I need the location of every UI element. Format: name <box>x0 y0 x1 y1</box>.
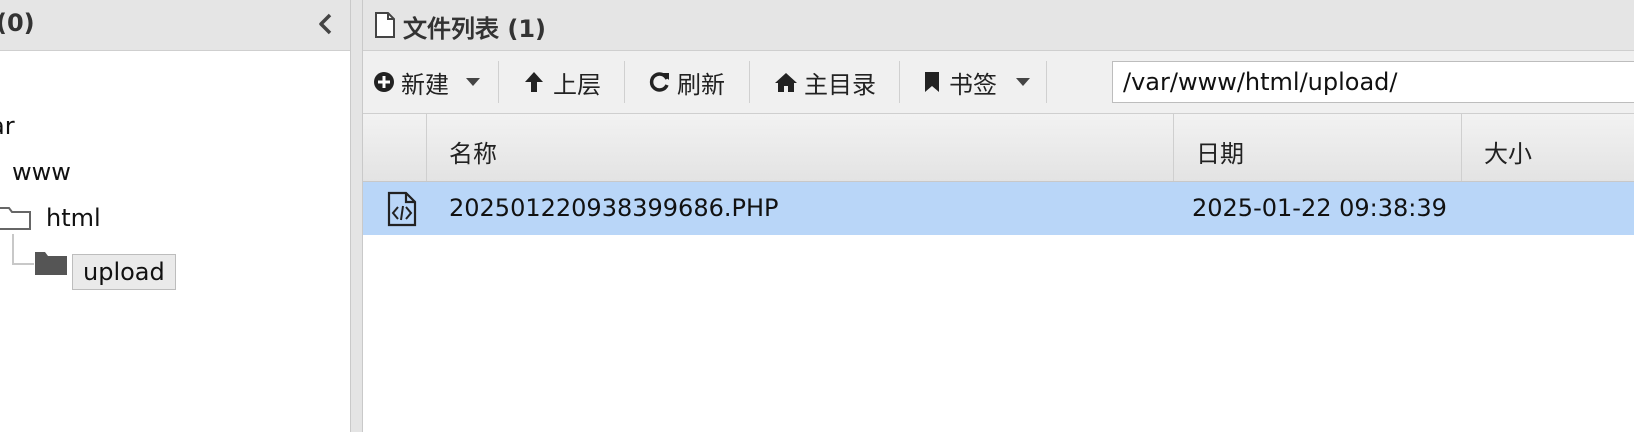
caret-down-icon <box>1016 78 1030 86</box>
file-list-header: 文件列表 (1) <box>363 0 1634 51</box>
toolbar-divider <box>498 61 499 103</box>
column-header-name-label: 名称 <box>449 140 497 168</box>
file-date-cell: 2025-01-22 09:38:39 <box>1192 194 1447 222</box>
new-button[interactable]: 新建 <box>373 51 481 113</box>
home-button[interactable]: 主目录 <box>774 51 876 113</box>
tree-item-www[interactable]: www <box>12 158 71 186</box>
caret-down-icon <box>466 78 480 86</box>
file-name-cell: 202501220938399686.PHP <box>449 194 779 222</box>
folder-icon <box>34 250 68 280</box>
home-label: 主目录 <box>804 70 876 99</box>
column-header-name[interactable]: 名称 <box>427 114 1174 181</box>
file-list-title: 文件列表 (1) <box>403 15 546 43</box>
toolbar-divider <box>749 61 750 103</box>
column-header-date[interactable]: 日期 <box>1174 114 1462 181</box>
column-icon-header <box>363 114 427 181</box>
tree-item-upload-label: upload <box>83 258 165 286</box>
file-list-panel: 文件列表 (1) 新建 上层 刷新 主目录 书签 /var/www/html/u… <box>363 0 1634 432</box>
tree-header: (0) <box>0 0 350 51</box>
bookmark-label: 书签 <box>949 70 997 99</box>
arrow-up-icon <box>525 72 543 92</box>
document-icon <box>374 11 396 43</box>
tree-header-title: (0) <box>0 9 35 37</box>
column-header-size-label: 大小 <box>1484 140 1532 168</box>
file-table-header: 名称 日期 大小 <box>363 114 1634 182</box>
refresh-label: 刷新 <box>677 70 725 99</box>
toolbar-divider <box>624 61 625 103</box>
code-file-icon <box>387 191 417 231</box>
directory-tree-panel: (0) ar www html upload <box>0 0 350 432</box>
column-header-size[interactable]: 大小 <box>1462 114 1634 181</box>
collapse-panel-icon[interactable] <box>315 11 337 37</box>
toolbar-divider <box>1046 61 1047 103</box>
new-button-label: 新建 <box>401 70 449 99</box>
panel-splitter[interactable] <box>350 0 363 432</box>
table-row[interactable]: 202501220938399686.PHP 2025-01-22 09:38:… <box>363 182 1634 235</box>
home-icon <box>775 73 797 92</box>
plus-circle-icon <box>374 72 394 92</box>
tree-item-html[interactable]: html <box>46 204 101 232</box>
column-header-date-label: 日期 <box>1196 140 1244 168</box>
up-level-label: 上层 <box>553 70 601 99</box>
up-level-button[interactable]: 上层 <box>523 51 601 113</box>
bookmark-button[interactable]: 书签 <box>923 51 1031 113</box>
refresh-icon <box>649 72 669 92</box>
tree-item-upload[interactable]: upload <box>72 254 176 290</box>
path-input[interactable] <box>1112 61 1634 103</box>
bookmark-icon <box>925 72 939 92</box>
tree-connector-line <box>12 234 34 265</box>
tree-item-var[interactable]: ar <box>0 112 15 140</box>
refresh-button[interactable]: 刷新 <box>649 51 725 113</box>
toolbar-divider <box>899 61 900 103</box>
folder-open-icon <box>0 205 34 235</box>
file-toolbar: 新建 上层 刷新 主目录 书签 <box>363 51 1634 114</box>
